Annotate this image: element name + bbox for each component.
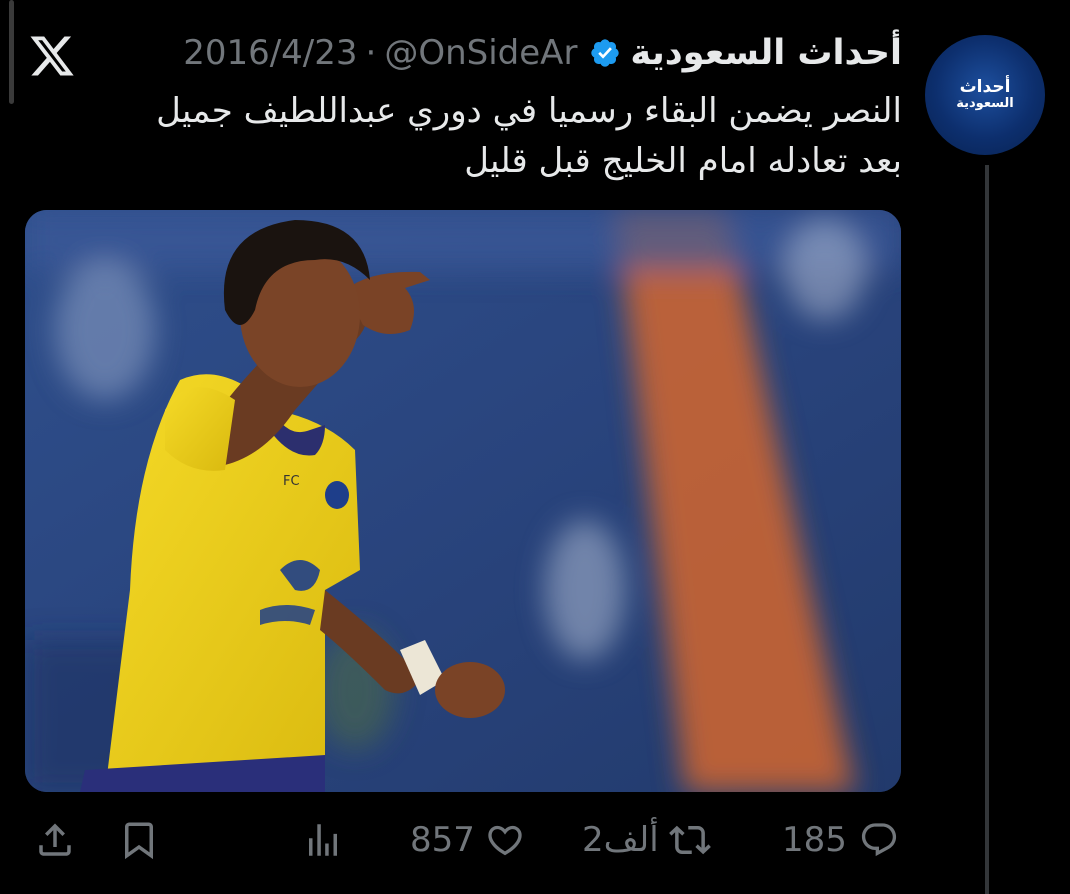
like-count: 857 <box>410 820 475 860</box>
avatar[interactable]: أحداث السعودية <box>925 35 1045 155</box>
views-button[interactable] <box>302 800 344 880</box>
repost-icon <box>668 825 711 855</box>
tweet-actions-bar: 185 2ألف 857 <box>0 800 1070 880</box>
repost-count: 2ألف <box>582 820 659 860</box>
tweet-media-photo[interactable]: FC <box>25 210 901 792</box>
share-button[interactable] <box>34 800 76 880</box>
handle[interactable]: @OnSideAr <box>384 33 577 73</box>
reply-button[interactable]: 185 <box>782 800 899 880</box>
tweet-text-line2: بعد تعادله امام الخليج قبل قليل <box>464 141 902 181</box>
tweet-text: النصر يضمن البقاء رسميا في دوري عبداللطي… <box>52 86 902 186</box>
reply-count: 185 <box>782 820 847 860</box>
repost-button[interactable]: 2ألف <box>582 800 711 880</box>
tweet-text-line1: النصر يضمن البقاء رسميا في دوري عبداللطي… <box>156 91 902 131</box>
views-icon <box>309 824 337 856</box>
avatar-line1: أحداث <box>959 77 1011 98</box>
display-name[interactable]: أحداث السعودية <box>630 33 902 73</box>
bookmark-icon <box>125 822 153 860</box>
jersey-text: FC <box>283 474 300 489</box>
thread-line <box>985 165 989 894</box>
avatar-line2: السعودية <box>956 96 1014 112</box>
verified-badge-icon <box>591 39 620 67</box>
bookmark-button[interactable] <box>118 800 160 880</box>
separator-dot: · <box>365 33 377 73</box>
like-button[interactable]: 857 <box>410 800 525 880</box>
tweet-header: أحداث السعودية @OnSideAr · 2016/4/23 <box>183 24 902 82</box>
reply-icon <box>861 823 896 857</box>
tweet-date[interactable]: 2016/4/23 <box>183 33 357 73</box>
x-logo-icon <box>30 36 74 76</box>
scrollbar[interactable] <box>9 0 14 104</box>
like-icon <box>488 825 522 856</box>
share-icon <box>39 823 71 856</box>
photo-soccer-player-pointing-icon: FC <box>25 210 901 792</box>
